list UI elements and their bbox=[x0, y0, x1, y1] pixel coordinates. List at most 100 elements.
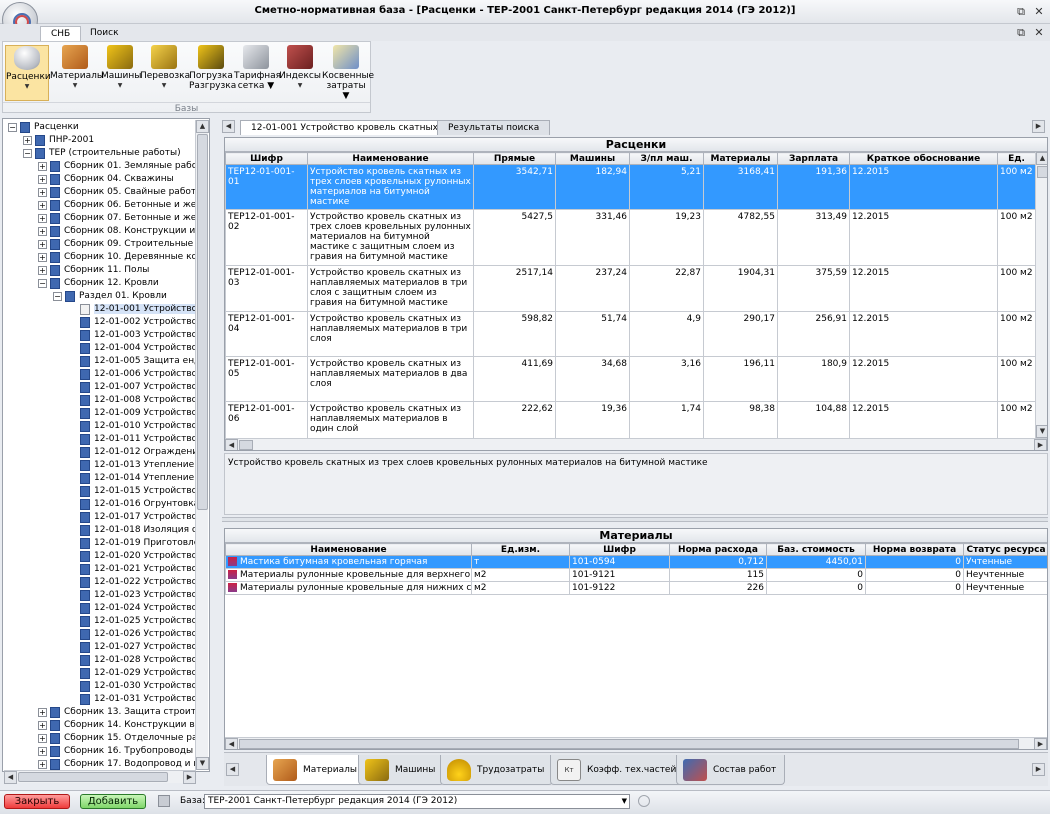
materials-cell-unit[interactable]: м2 bbox=[471, 581, 570, 595]
rates-cell-materials[interactable]: 4782,55 bbox=[703, 209, 778, 266]
materials-row[interactable]: Материалы рулонные кровельные для нижних… bbox=[225, 581, 1047, 595]
materials-cell-cost[interactable]: 0 bbox=[766, 581, 866, 595]
rates-cell-basis[interactable]: 12.2015 bbox=[849, 265, 998, 312]
rates-cell-name[interactable]: Устройство кровель скатных из наплавляем… bbox=[307, 401, 474, 439]
tab-materials[interactable]: Материалы bbox=[266, 755, 366, 785]
tree-item[interactable]: 12-01-005 Защита енд bbox=[68, 355, 195, 368]
materials-cell-norm[interactable]: 226 bbox=[669, 581, 767, 595]
tree-item[interactable]: + Сборник 01. Земляные работы bbox=[38, 160, 195, 173]
rates-cell-wage[interactable]: 180,9 bbox=[777, 356, 850, 402]
rates-cell-basis[interactable]: 12.2015 bbox=[849, 164, 998, 210]
tab-coefficients[interactable]: Кт Коэфф. тех.частей bbox=[550, 755, 686, 785]
tree-item[interactable]: 12-01-023 Устройство bbox=[68, 589, 195, 602]
expand-icon[interactable]: + bbox=[38, 201, 47, 210]
rates-cell-machines[interactable]: 331,46 bbox=[555, 209, 630, 266]
materials-column-header[interactable]: Норма возврата bbox=[865, 543, 964, 556]
materials-scroll-right-icon[interactable]: ▶ bbox=[1034, 738, 1047, 749]
tree-item[interactable]: 12-01-003 Устройство bbox=[68, 329, 195, 342]
tree-item[interactable]: + Сборник 16. Трубопроводы вн bbox=[38, 745, 195, 758]
rates-scroll-thumb[interactable] bbox=[1037, 166, 1047, 178]
rates-cell-name[interactable]: Устройство кровель скатных из наплавляем… bbox=[307, 265, 474, 312]
rates-column-header[interactable]: Шифр bbox=[225, 152, 308, 165]
collapse-icon[interactable]: − bbox=[53, 292, 62, 301]
tree-item[interactable]: 12-01-030 Устройство bbox=[68, 680, 195, 693]
tree-item[interactable]: 12-01-020 Устройство bbox=[68, 550, 195, 563]
rates-cell-code[interactable]: ТЕР12-01-001-05 bbox=[225, 356, 308, 402]
rates-button[interactable]: Расценки ▼ bbox=[5, 45, 51, 101]
materials-cell-ret[interactable]: 0 bbox=[865, 581, 964, 595]
expand-icon[interactable]: + bbox=[38, 188, 47, 197]
tree-item[interactable]: 12-01-026 Устройство bbox=[68, 628, 195, 641]
rates-cell-unit[interactable]: 100 м2 к bbox=[997, 265, 1036, 312]
tree-item[interactable]: − ТЕР (строительные работы) bbox=[23, 147, 195, 160]
tree-item[interactable]: + ПНР-2001 bbox=[23, 134, 195, 147]
expand-icon[interactable]: + bbox=[38, 175, 47, 184]
rates-cell-name[interactable]: Устройство кровель скатных из трех слоев… bbox=[307, 164, 474, 210]
materials-cell-cost[interactable]: 4450,01 bbox=[766, 555, 866, 569]
tree-item[interactable]: 12-01-013 Утепление п bbox=[68, 459, 195, 472]
expand-icon[interactable]: + bbox=[38, 214, 47, 223]
materials-column-header[interactable]: Статус ресурса bbox=[963, 543, 1047, 556]
rates-cell-unit[interactable]: 100 м2 к bbox=[997, 209, 1036, 266]
rates-cell-code[interactable]: ТЕР12-01-001-01 bbox=[225, 164, 308, 210]
print-icon[interactable] bbox=[158, 795, 170, 807]
tab-search[interactable]: Поиск bbox=[80, 26, 129, 41]
materials-row[interactable]: Мастика битумная кровельная горячая т 101-… bbox=[225, 555, 1047, 569]
tree-item[interactable]: − Сборник 12. Кровли bbox=[38, 277, 195, 290]
materials-cell-status[interactable]: Неучтенные bbox=[963, 568, 1047, 582]
rates-cell-name[interactable]: Устройство кровель скатных из трех слоев… bbox=[307, 209, 474, 266]
rates-cell-mach-wage[interactable]: 4,9 bbox=[629, 311, 704, 357]
tree-item[interactable]: 12-01-011 Устройство bbox=[68, 433, 195, 446]
materials-scroll-left-icon[interactable]: ◀ bbox=[225, 738, 238, 749]
rates-cell-code[interactable]: ТЕР12-01-001-06 bbox=[225, 401, 308, 439]
base-select[interactable]: ТЕР-2001 Санкт-Петербург редакция 2014 (… bbox=[204, 794, 630, 809]
materials-cell-name[interactable]: Мастика битумная кровельная горячая bbox=[225, 555, 472, 569]
rates-vertical-scrollbar[interactable]: ▲ ▼ bbox=[1035, 152, 1047, 438]
tree-vertical-scrollbar[interactable]: ▲ ▼ bbox=[195, 120, 209, 770]
transport-button[interactable]: Перевозка ▼ bbox=[140, 45, 190, 101]
tab-machines[interactable]: Машины bbox=[358, 755, 445, 785]
tab-labor[interactable]: Трудозатраты bbox=[440, 755, 554, 785]
materials-hscroll-thumb[interactable] bbox=[239, 739, 1019, 749]
expand-icon[interactable]: + bbox=[38, 266, 47, 275]
tree-item[interactable]: 12-01-014 Утепление п bbox=[68, 472, 195, 485]
tree-item[interactable]: + Сборник 04. Скважины bbox=[38, 173, 195, 186]
rates-cell-direct[interactable]: 3542,71 bbox=[473, 164, 556, 210]
machines-button[interactable]: Машины ▼ bbox=[101, 45, 141, 101]
materials-cell-status[interactable]: Учтенные bbox=[963, 555, 1047, 569]
rates-scroll-right-icon[interactable]: ▶ bbox=[1034, 439, 1047, 450]
rates-cell-code[interactable]: ТЕР12-01-001-02 bbox=[225, 209, 308, 266]
close-button[interactable]: Закрыть bbox=[4, 794, 70, 809]
detail-tabs-left-icon[interactable]: ◀ bbox=[226, 763, 239, 776]
mdi-close-icon[interactable]: ✕ bbox=[1032, 26, 1046, 40]
rates-cell-direct[interactable]: 2517,14 bbox=[473, 265, 556, 312]
rates-cell-direct[interactable]: 5427,5 bbox=[473, 209, 556, 266]
scroll-down-icon[interactable]: ▼ bbox=[196, 757, 209, 770]
rates-cell-unit[interactable]: 100 м2 к bbox=[997, 311, 1036, 357]
rates-column-header[interactable]: Краткое обоснование bbox=[849, 152, 998, 165]
loading-button[interactable]: Погрузка Разгрузка bbox=[189, 45, 236, 101]
tree-hscroll-thumb[interactable] bbox=[18, 772, 168, 782]
tree-item[interactable]: 12-01-027 Устройство bbox=[68, 641, 195, 654]
materials-cell-unit[interactable]: т bbox=[471, 555, 570, 569]
expand-icon[interactable]: + bbox=[38, 708, 47, 717]
expand-icon[interactable]: + bbox=[38, 760, 47, 769]
expand-icon[interactable]: + bbox=[38, 162, 47, 171]
rates-cell-unit[interactable]: 100 м2 к bbox=[997, 356, 1036, 402]
rates-row[interactable]: ТЕР12-01-001-05 Устройство кровель скатны… bbox=[225, 356, 1036, 402]
rates-column-header[interactable]: Зарплата bbox=[777, 152, 850, 165]
tree-item[interactable]: 12-01-016 Огрунтовка bbox=[68, 498, 195, 511]
restore-icon[interactable]: ⧉ bbox=[1014, 5, 1028, 19]
close-icon[interactable]: ✕ bbox=[1032, 5, 1046, 19]
collapse-icon[interactable]: − bbox=[38, 279, 47, 288]
materials-cell-ret[interactable]: 0 bbox=[865, 568, 964, 582]
tree-item[interactable]: + Сборник 06. Бетонные и желе bbox=[38, 199, 195, 212]
materials-cell-norm[interactable]: 115 bbox=[669, 568, 767, 582]
materials-cell-cost[interactable]: 0 bbox=[766, 568, 866, 582]
materials-cell-name[interactable]: Материалы рулонные кровельные для нижних… bbox=[225, 581, 472, 595]
tree-item[interactable]: 12-01-009 Устройство bbox=[68, 407, 195, 420]
scroll-left-icon[interactable]: ◀ bbox=[4, 771, 17, 784]
tree-item[interactable]: 12-01-010 Устройство bbox=[68, 420, 195, 433]
rates-cell-wage[interactable]: 191,36 bbox=[777, 164, 850, 210]
tree-item[interactable]: + Сборник 15. Отделочные рабо bbox=[38, 732, 195, 745]
